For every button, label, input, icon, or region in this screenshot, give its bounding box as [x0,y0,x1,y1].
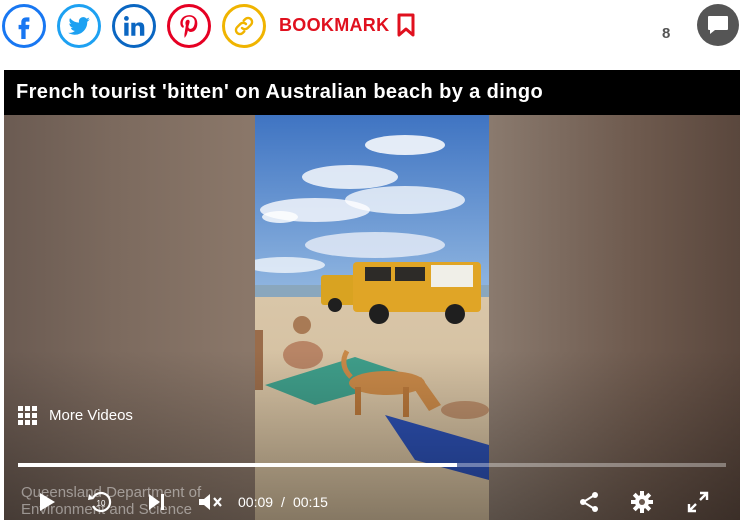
more-videos-button[interactable]: More Videos [18,406,133,425]
facebook-icon [18,17,30,39]
pinterest-icon [180,15,198,38]
copy-link-button[interactable] [222,4,266,48]
next-button[interactable] [144,490,168,514]
settings-button[interactable] [628,488,656,516]
time-display: 00:09 / 00:15 [238,494,328,510]
volume-muted-icon [199,494,222,510]
twitter-icon [68,17,90,35]
mute-button[interactable] [196,490,224,514]
comment-count: 8 [662,25,671,42]
beach-scene-image [255,115,489,520]
rewind-10-icon: 10 [88,491,112,513]
fullscreen-icon [687,491,709,513]
share-button[interactable] [575,488,603,516]
twitter-share-button[interactable] [57,4,101,48]
rewind-10-button[interactable]: 10 [86,488,116,516]
more-videos-label: More Videos [49,407,133,424]
comments-button[interactable] [697,4,739,46]
grid-icon [18,406,37,425]
pinterest-share-button[interactable] [167,4,211,48]
bookmark-button[interactable]: BOOKMARK [279,12,415,38]
facebook-share-button[interactable] [2,4,46,48]
video-frame[interactable] [255,115,489,520]
skip-next-icon [149,494,164,510]
video-title: French tourist 'bitten' on Australian be… [4,70,740,115]
duration: 00:15 [292,494,328,510]
linkedin-share-button[interactable] [112,4,156,48]
svg-text:10: 10 [97,499,106,508]
gear-icon [631,491,653,513]
video-controls: 10 00:09 / 00:15 [4,484,740,520]
progress-bar[interactable] [18,463,726,467]
share-bar: BOOKMARK 8 [0,0,742,62]
play-button[interactable] [34,490,60,514]
fullscreen-button[interactable] [684,488,712,516]
share-icon [580,492,598,512]
time-separator: / [281,494,285,510]
current-time: 00:09 [238,494,274,510]
linkedin-icon [124,16,145,36]
play-icon [40,493,55,511]
link-icon [234,16,254,36]
bookmark-label: BOOKMARK [279,14,390,35]
video-player[interactable]: French tourist 'bitten' on Australian be… [4,70,740,520]
comment-icon [708,16,728,34]
bookmark-icon [397,13,415,37]
progress-fill [18,463,457,467]
